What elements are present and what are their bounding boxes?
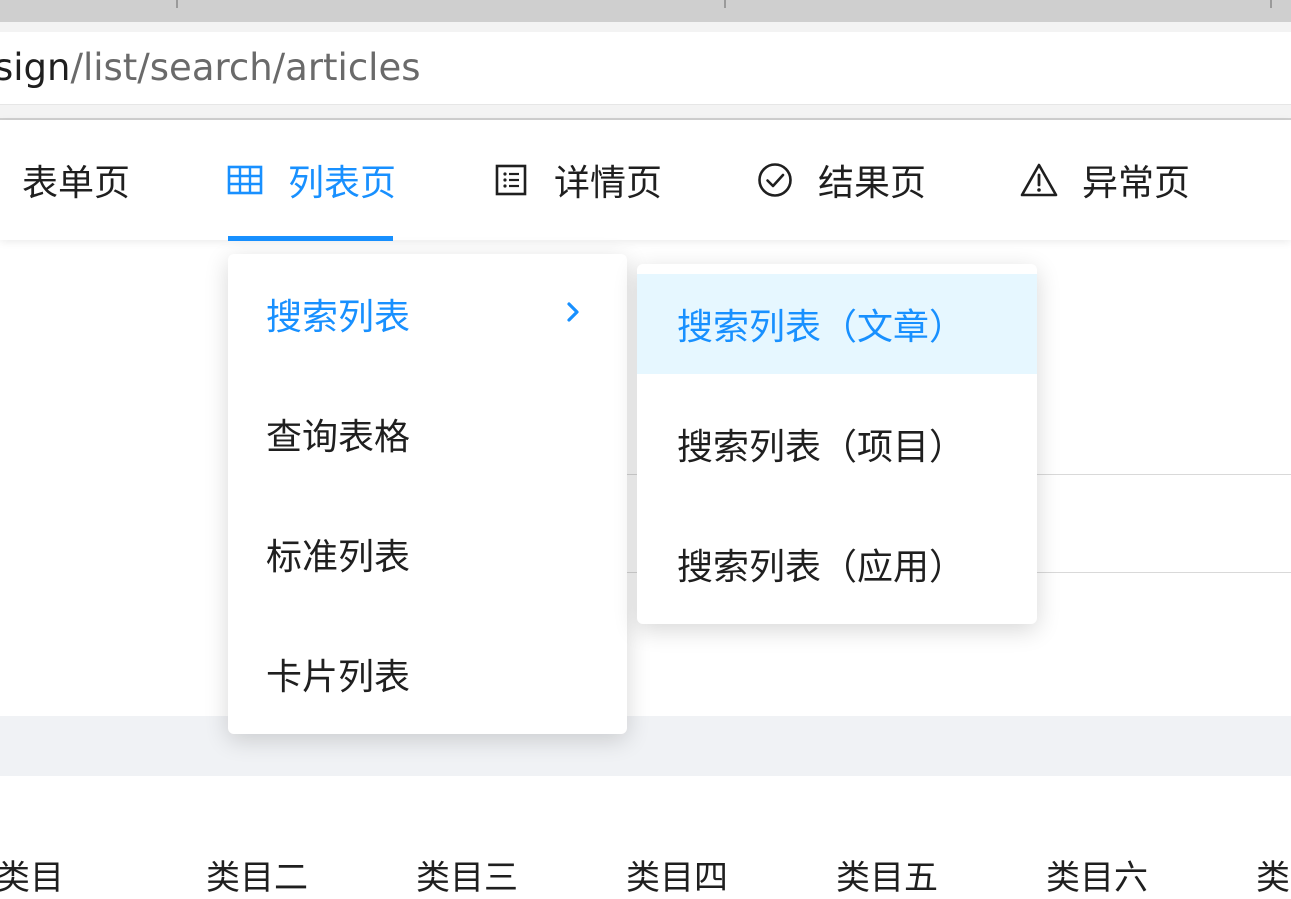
content-gap [0, 716, 1291, 776]
category-tag[interactable]: 类目二 [206, 850, 308, 899]
menu-item-search-list[interactable]: 搜索列表 [228, 254, 627, 374]
nav-item-form[interactable]: 表单页 [22, 120, 130, 240]
tab-divider [724, 0, 726, 8]
tab-divider [1270, 0, 1272, 8]
nav-item-exception[interactable]: 异常页 [1020, 120, 1190, 240]
url-host: sign [0, 46, 71, 89]
nav-item-label: 详情页 [554, 163, 663, 204]
top-nav: 表单页 列表页 详情页 结果页 异常页 [0, 120, 1291, 240]
category-tag[interactable]: 类目 [0, 850, 64, 899]
active-nav-underline [228, 236, 393, 241]
submenu-item-articles[interactable]: 搜索列表（文章） [637, 274, 1037, 374]
submenu-item-label: 搜索列表（应用） [677, 547, 966, 588]
nav-item-label: 表单页 [22, 163, 131, 204]
warning-icon [1020, 161, 1058, 199]
profile-icon [492, 161, 530, 199]
check-circle-icon [756, 161, 794, 199]
browser-toolbar: sign/list/search/articles [0, 22, 1291, 120]
category-tag[interactable]: 类目四 [626, 850, 728, 899]
nav-item-list[interactable]: 列表页 [226, 120, 396, 240]
nav-item-label: 异常页 [1082, 163, 1191, 204]
category-tag[interactable]: 类目五 [836, 850, 938, 899]
menu-item-label: 查询表格 [266, 417, 411, 458]
url-text[interactable]: sign/list/search/articles [0, 46, 420, 90]
submenu-item-label: 搜索列表（文章） [677, 307, 966, 348]
list-dropdown-menu: 搜索列表 查询表格 标准列表 卡片列表 [228, 254, 627, 734]
browser-tab-strip [0, 0, 1291, 23]
table-icon [226, 161, 264, 199]
submenu-item-applications[interactable]: 搜索列表（应用） [637, 514, 1037, 614]
category-tag[interactable]: 类 [1256, 850, 1290, 899]
menu-item-query-table[interactable]: 查询表格 [228, 374, 627, 494]
menu-item-label: 卡片列表 [266, 657, 411, 698]
url-path: /list/search/articles [70, 46, 421, 89]
category-tag[interactable]: 类目三 [416, 850, 518, 899]
nav-item-label: 列表页 [288, 163, 397, 204]
submenu-item-projects[interactable]: 搜索列表（项目） [637, 394, 1037, 494]
nav-item-detail[interactable]: 详情页 [492, 120, 662, 240]
menu-item-standard-list[interactable]: 标准列表 [228, 494, 627, 614]
address-bar[interactable]: sign/list/search/articles [0, 32, 1291, 105]
menu-item-card-list[interactable]: 卡片列表 [228, 614, 627, 734]
menu-item-label: 标准列表 [266, 537, 411, 578]
nav-item-label: 结果页 [818, 163, 927, 204]
category-tag[interactable]: 类目六 [1046, 850, 1148, 899]
submenu-item-label: 搜索列表（项目） [677, 427, 966, 468]
nav-item-result[interactable]: 结果页 [756, 120, 926, 240]
tab-divider [176, 0, 178, 8]
menu-item-label: 搜索列表 [266, 297, 411, 338]
chevron-right-icon [567, 302, 579, 322]
search-list-submenu: 搜索列表（文章） 搜索列表（项目） 搜索列表（应用） [637, 264, 1037, 624]
